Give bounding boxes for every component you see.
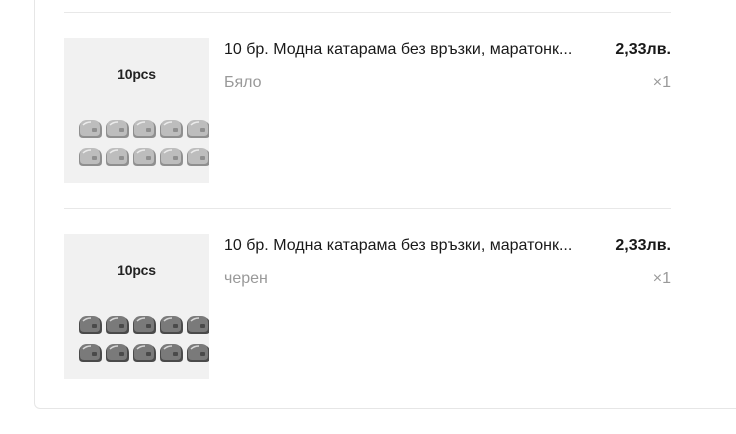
buckle-image-icon [79,120,209,166]
buckle-piece [133,316,156,334]
product-quantity: ×1 [652,74,671,91]
product-price: 2,33лв. [615,237,671,254]
product-quantity: ×1 [652,270,671,287]
divider [64,12,671,13]
buckle-piece [106,316,129,334]
order-item[interactable]: 10pcs 10 бр. Модна катарама без връзки, … [64,234,671,380]
buckle-piece [187,316,209,334]
product-variant: черен [224,270,268,287]
buckle-piece [79,120,102,138]
product-thumbnail[interactable]: 10pcs [64,234,209,379]
buckle-piece [106,344,129,362]
buckle-piece [106,120,129,138]
buckle-piece [79,344,102,362]
buckle-piece [106,148,129,166]
buckle-piece [187,344,209,362]
buckle-image-icon [79,316,209,362]
buckle-piece [160,344,183,362]
buckle-piece [133,120,156,138]
buckle-piece [79,148,102,166]
product-thumbnail[interactable]: 10pcs [64,38,209,183]
buckle-piece [160,148,183,166]
buckle-piece [133,148,156,166]
buckle-piece [160,120,183,138]
divider [64,208,671,209]
product-price: 2,33лв. [615,41,671,58]
order-item[interactable]: 10pcs 10 бр. Модна катарама без връзки, … [64,38,671,184]
product-title[interactable]: 10 бр. Модна катарама без връзки, марато… [224,237,609,255]
product-title[interactable]: 10 бр. Модна катарама без връзки, марато… [224,41,609,59]
order-items-page: 10pcs 10 бр. Модна катарама без връзки, … [0,0,736,434]
product-variant: Бяло [224,74,262,91]
buckle-piece [160,316,183,334]
buckle-piece [79,316,102,334]
buckle-piece [187,120,209,138]
buckle-piece [133,344,156,362]
buckle-piece [187,148,209,166]
